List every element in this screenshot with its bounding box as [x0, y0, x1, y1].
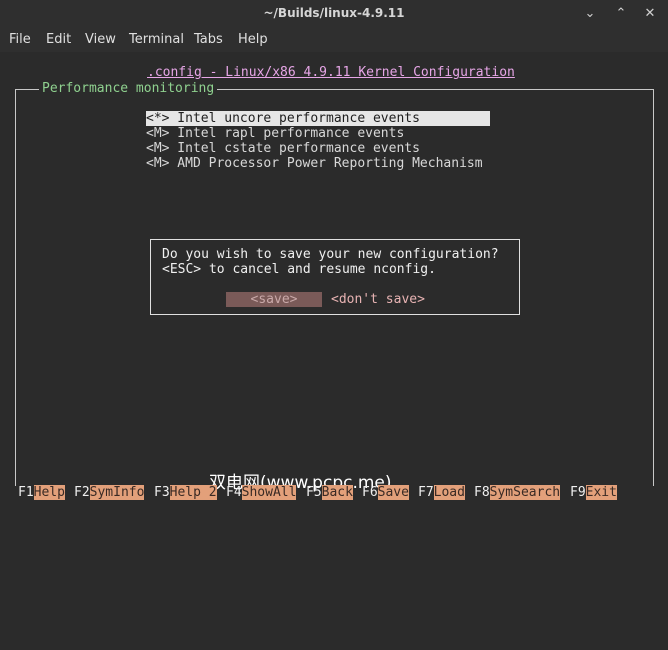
window-title: ~/Builds/linux-4.9.11 [263, 6, 405, 20]
dialog-hint: <ESC> to cancel and resume nconfig. [162, 262, 436, 277]
option-intel-uncore[interactable]: <*> Intel uncore performance events [146, 111, 490, 126]
dont-save-button[interactable]: <don't save> [331, 292, 425, 307]
menu-terminal[interactable]: Terminal [129, 32, 184, 47]
save-dialog: Do you wish to save your new configurati… [150, 239, 520, 315]
menubar: File Edit View Terminal Tabs Help [0, 28, 668, 52]
close-icon[interactable]: ✕ [640, 4, 660, 24]
window-titlebar: ~/Builds/linux-4.9.11 ⌄ ⌃ ✕ [0, 0, 668, 28]
section-title: Performance monitoring [39, 81, 218, 96]
fkey-help[interactable]: F1Help [18, 485, 65, 501]
minimize-icon[interactable]: ⌄ [580, 4, 600, 24]
fkey-save[interactable]: F6Save [362, 485, 409, 501]
fkey-exit[interactable]: F9Exit [570, 485, 617, 501]
menu-tabs[interactable]: Tabs [194, 32, 223, 47]
menu-file[interactable]: File [9, 32, 31, 47]
terminal-area[interactable]: .config - Linux/x86 4.9.11 Kernel Config… [0, 52, 668, 506]
option-intel-cstate[interactable]: <M> Intel cstate performance events [146, 141, 420, 156]
menu-help[interactable]: Help [238, 32, 268, 47]
option-amd-power-reporting[interactable]: <M> AMD Processor Power Reporting Mechan… [146, 156, 483, 171]
fkey-help2[interactable]: F3Help 2 [154, 485, 217, 501]
fkey-showall[interactable]: F4ShowAll [226, 485, 297, 501]
fkey-symsearch[interactable]: F8SymSearch [474, 485, 561, 501]
config-header: .config - Linux/x86 4.9.11 Kernel Config… [147, 65, 515, 80]
menu-view[interactable]: View [85, 32, 116, 47]
fkey-load[interactable]: F7Load [418, 485, 465, 501]
fkey-syminfo[interactable]: F2SymInfo [74, 485, 145, 501]
function-key-bar: F1Help F2SymInfo F3Help 2 F4ShowAll F5Ba… [18, 485, 617, 501]
save-button[interactable]: <save> [226, 292, 322, 307]
maximize-icon[interactable]: ⌃ [611, 4, 631, 24]
fkey-back[interactable]: F5Back [306, 485, 353, 501]
menu-edit[interactable]: Edit [46, 32, 71, 47]
option-intel-rapl[interactable]: <M> Intel rapl performance events [146, 126, 404, 141]
dialog-question: Do you wish to save your new configurati… [162, 247, 499, 262]
